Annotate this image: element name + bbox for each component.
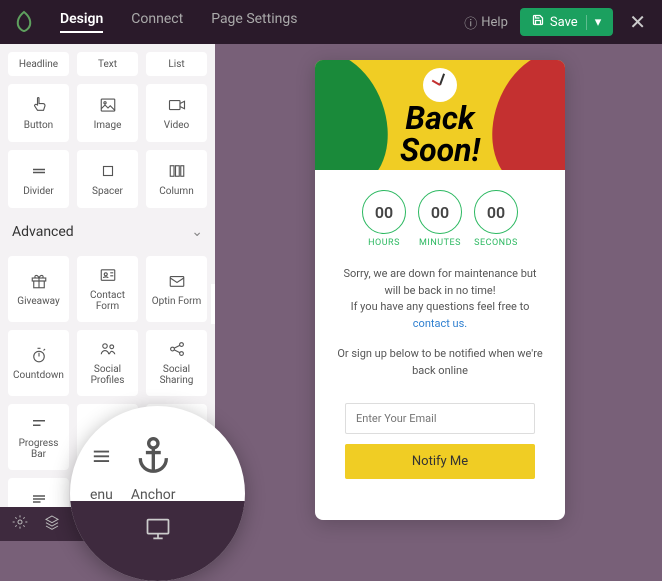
block-progress-bar[interactable]: Progress Bar: [8, 404, 69, 470]
contact-link[interactable]: contact us.: [413, 317, 467, 330]
stopwatch-icon: [30, 346, 48, 364]
block-button[interactable]: Button: [8, 84, 69, 142]
block-divider[interactable]: Divider: [8, 150, 69, 208]
help-link[interactable]: ⓘ Help: [464, 13, 508, 32]
page-preview: Back Soon! 00 HOURS 00 MINUTES 00 SECONDS S…: [315, 60, 565, 520]
block-giveaway[interactable]: Giveaway: [8, 256, 69, 322]
column-icon: [168, 162, 186, 180]
share-icon: [168, 340, 186, 358]
top-bar: Design Connect Page Settings ⓘ Help Save…: [0, 0, 662, 44]
clock-icon: [423, 68, 457, 102]
maintenance-text: Sorry, we are down for maintenance but w…: [315, 266, 565, 332]
spacer-icon: [99, 162, 117, 180]
hero-section: Back Soon!: [315, 60, 565, 170]
countdown-hours-label: HOURS: [368, 238, 400, 248]
sidebar-collapse-handle[interactable]: ‹: [211, 284, 215, 324]
hero-title: Back Soon!: [315, 102, 565, 166]
layers-icon[interactable]: [44, 514, 60, 534]
iconbox-icon: [30, 490, 48, 508]
save-icon: [532, 14, 544, 30]
nav-design[interactable]: Design: [60, 11, 103, 33]
block-video[interactable]: Video: [146, 84, 207, 142]
block-nav-menu[interactable]: enu: [90, 434, 113, 503]
block-countdown[interactable]: Countdown: [8, 330, 69, 396]
block-social-sharing[interactable]: Social Sharing: [146, 330, 207, 396]
chevron-down-icon: ⌄: [191, 224, 203, 240]
app-logo-icon: [12, 10, 36, 34]
countdown-minutes-label: MINUTES: [419, 238, 461, 248]
block-list[interactable]: List: [146, 52, 207, 76]
users-icon: [99, 340, 117, 358]
block-headline[interactable]: Headline: [8, 52, 69, 76]
image-icon: [99, 96, 117, 114]
signup-text: Or sign up below to be notified when we'…: [315, 346, 565, 379]
finger-icon: [30, 96, 48, 114]
email-input[interactable]: [345, 403, 535, 434]
block-anchor[interactable]: Anchor: [131, 434, 176, 503]
gift-icon: [30, 272, 48, 290]
countdown-hours-value: 00: [362, 190, 406, 234]
main-nav: Design Connect Page Settings: [60, 11, 297, 33]
countdown-seconds-value: 00: [474, 190, 518, 234]
block-text[interactable]: Text: [77, 52, 138, 76]
divider-icon: [30, 162, 48, 180]
envelope-icon: [168, 272, 186, 290]
countdown-minutes-value: 00: [418, 190, 462, 234]
block-optin-form[interactable]: Optin Form: [146, 256, 207, 322]
block-social-profiles[interactable]: Social Profiles: [77, 330, 138, 396]
nav-connect[interactable]: Connect: [131, 11, 183, 33]
nav-page-settings[interactable]: Page Settings: [211, 11, 297, 33]
close-button[interactable]: ✕: [625, 10, 650, 34]
block-column[interactable]: Column: [146, 150, 207, 208]
advanced-section-header[interactable]: Advanced ⌄: [0, 216, 215, 248]
help-icon: ⓘ: [464, 13, 477, 32]
id-card-icon: [99, 266, 117, 284]
countdown-seconds-label: SECONDS: [474, 238, 518, 248]
settings-gear-icon[interactable]: [12, 514, 28, 534]
save-dropdown-caret[interactable]: ▾: [586, 15, 602, 30]
magnified-bottom-bar: [70, 501, 245, 581]
progress-icon: [30, 414, 48, 432]
save-button[interactable]: Save ▾: [520, 8, 613, 36]
desktop-preview-icon[interactable]: [144, 515, 172, 547]
magnifier-overlay: enu Anchor: [70, 406, 245, 581]
countdown-widget: 00 HOURS 00 MINUTES 00 SECONDS: [315, 190, 565, 248]
notify-button[interactable]: Notify Me: [345, 444, 535, 479]
block-image[interactable]: Image: [77, 84, 138, 142]
block-contact-form[interactable]: Contact Form: [77, 256, 138, 322]
video-icon: [168, 96, 186, 114]
block-spacer[interactable]: Spacer: [77, 150, 138, 208]
